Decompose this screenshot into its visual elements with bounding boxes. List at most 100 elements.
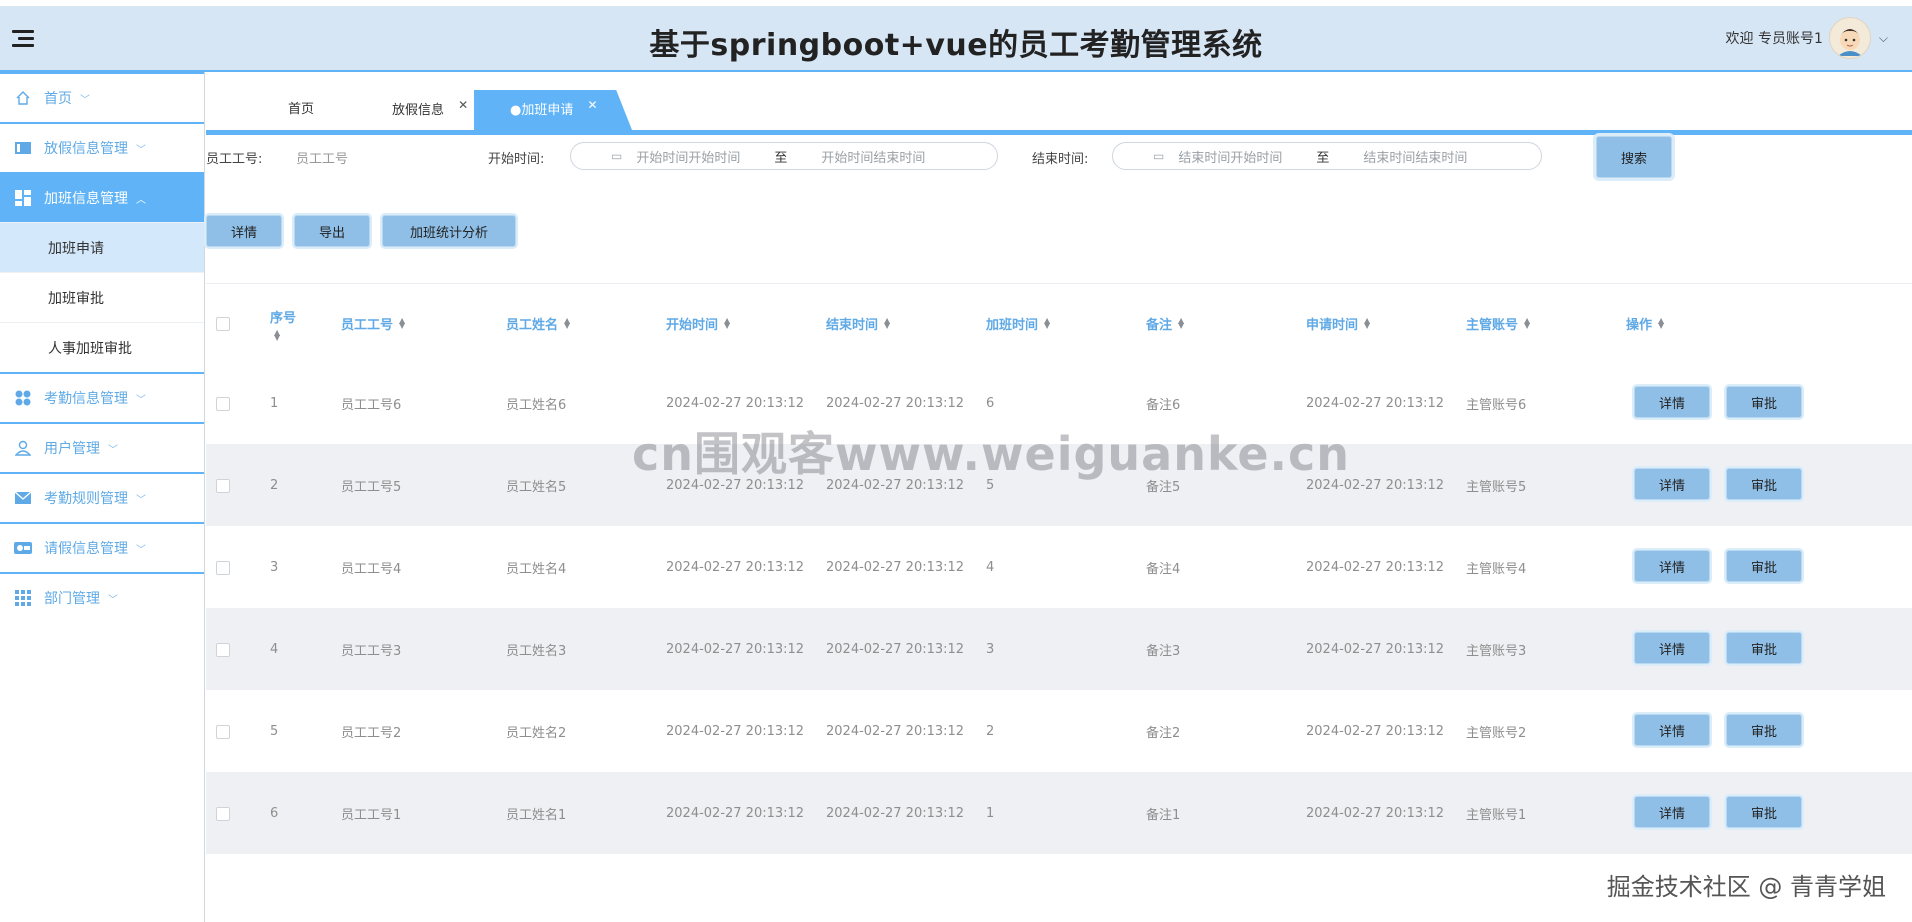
- close-icon[interactable]: ✕: [587, 98, 597, 112]
- row-checkbox[interactable]: [216, 643, 230, 657]
- sidebar-item-attendance-rules[interactable]: 考勤规则管理 ﹀: [0, 472, 204, 522]
- tab-bar: 首页 放假信息 ✕ ●加班申请 ✕: [206, 90, 1912, 134]
- end-range-from[interactable]: 结束时间开始时间: [1178, 147, 1282, 166]
- sort-icon[interactable]: ▲ ▼: [1524, 317, 1530, 330]
- sidebar-item-leave-request[interactable]: 请假信息管理 ﹀: [0, 522, 204, 572]
- cell-remark: 备注3: [1146, 643, 1181, 659]
- chevron-down-icon[interactable]: ⌵: [1879, 31, 1888, 46]
- table-row[interactable]: 5 员工工号2 员工姓名2 2024-02-27 20:13:12 2024-02-27…: [206, 690, 1912, 772]
- row-checkbox[interactable]: [216, 807, 230, 821]
- row-checkbox[interactable]: [216, 397, 230, 411]
- row-detail-button[interactable]: 详情: [1634, 796, 1710, 828]
- sort-icon[interactable]: ▲ ▼: [1364, 317, 1370, 330]
- cell-hours: 4: [986, 559, 995, 575]
- row-approve-button[interactable]: 审批: [1726, 796, 1802, 828]
- row-checkbox[interactable]: [216, 561, 230, 575]
- row-detail-button[interactable]: 详情: [1634, 468, 1710, 500]
- overtime-stats-button[interactable]: 加班统计分析: [382, 215, 516, 247]
- avatar[interactable]: [1828, 17, 1871, 59]
- sidebar-item-label: 放假信息管理: [44, 141, 128, 157]
- row-detail-button[interactable]: 详情: [1634, 714, 1710, 746]
- row-approve-button[interactable]: 审批: [1726, 714, 1802, 746]
- sort-icon[interactable]: ▲ ▼: [274, 328, 280, 341]
- sidebar-item-attendance-info[interactable]: 考勤信息管理 ﹀: [0, 372, 204, 422]
- col-header-ops[interactable]: 操作 ▲ ▼: [1626, 284, 1664, 362]
- calendar-icon: ▭: [1153, 149, 1165, 163]
- cell-remark: 备注6: [1146, 397, 1181, 413]
- detail-button[interactable]: 详情: [206, 215, 282, 247]
- cell-name: 员工姓名5: [506, 479, 567, 495]
- range-separator: 至: [774, 150, 788, 166]
- col-header-emp-no[interactable]: 员工工号 ▲ ▼: [341, 284, 405, 362]
- close-icon[interactable]: ✕: [458, 98, 468, 112]
- cell-start: 2024-02-27 20:13:12: [666, 477, 805, 493]
- chevron-down-icon: ﹀: [108, 444, 118, 456]
- sort-icon[interactable]: ▲ ▼: [724, 317, 730, 330]
- export-button[interactable]: 导出: [294, 215, 370, 247]
- cell-name: 员工姓名4: [506, 561, 567, 577]
- tab-leave-info[interactable]: 放假信息 ✕: [392, 90, 468, 130]
- sidebar-item-label: 请假信息管理: [44, 541, 128, 557]
- row-approve-button[interactable]: 审批: [1726, 386, 1802, 418]
- row-detail-button[interactable]: 详情: [1634, 550, 1710, 582]
- sidebar-item-user-mgmt[interactable]: 用户管理 ﹀: [0, 422, 204, 472]
- col-header-start[interactable]: 开始时间 ▲ ▼: [666, 284, 730, 362]
- cell-end: 2024-02-27 20:13:12: [826, 805, 965, 821]
- sort-icon[interactable]: ▲ ▼: [884, 317, 890, 330]
- sidebar-item-department[interactable]: 部门管理 ﹀: [0, 572, 204, 622]
- row-approve-button[interactable]: 审批: [1726, 550, 1802, 582]
- row-detail-button[interactable]: 详情: [1634, 386, 1710, 418]
- sidebar-item-label: 部门管理: [44, 591, 100, 607]
- row-checkbox[interactable]: [216, 725, 230, 739]
- sidebar-subitem-overtime-approve[interactable]: 加班审批: [0, 272, 204, 322]
- tab-overtime-apply[interactable]: ●加班申请 ✕: [474, 90, 632, 130]
- cell-manager: 主管账号3: [1466, 643, 1527, 659]
- col-header-end[interactable]: 结束时间 ▲ ▼: [826, 284, 890, 362]
- col-header-applied[interactable]: 申请时间 ▲ ▼: [1306, 284, 1370, 362]
- sidebar-subitem-overtime-apply[interactable]: 加班申请: [0, 222, 204, 272]
- cell-name: 员工姓名6: [506, 397, 567, 413]
- end-range-to[interactable]: 结束时间结束时间: [1363, 147, 1467, 166]
- cell-remark: 备注4: [1146, 561, 1181, 577]
- col-header-manager[interactable]: 主管账号 ▲ ▼: [1466, 284, 1530, 362]
- col-header-no[interactable]: 序号 ▲ ▼: [270, 284, 296, 362]
- cell-manager: 主管账号4: [1466, 561, 1527, 577]
- row-checkbox[interactable]: [216, 479, 230, 493]
- sidebar-subitem-hr-overtime-approve[interactable]: 人事加班审批: [0, 322, 204, 372]
- table-row[interactable]: 1 员工工号6 员工姓名6 2024-02-27 20:13:12 2024-02-27…: [206, 362, 1912, 444]
- row-detail-button[interactable]: 详情: [1634, 632, 1710, 664]
- row-approve-button[interactable]: 审批: [1726, 468, 1802, 500]
- col-header-name[interactable]: 员工姓名 ▲ ▼: [506, 284, 570, 362]
- sort-icon[interactable]: ▲ ▼: [564, 317, 570, 330]
- sidebar-item-overtime-info[interactable]: 加班信息管理 ︿: [0, 172, 204, 222]
- sort-icon[interactable]: ▲ ▼: [399, 317, 405, 330]
- sidebar-item-label: 考勤信息管理: [44, 391, 128, 407]
- sidebar-item-home[interactable]: 首页 ﹀: [0, 72, 204, 122]
- cell-start: 2024-02-27 20:13:12: [666, 559, 805, 575]
- start-time-range-picker[interactable]: ▭ 开始时间开始时间 至 开始时间结束时间: [570, 142, 998, 170]
- start-range-to[interactable]: 开始时间结束时间: [821, 147, 925, 166]
- tab-home[interactable]: 首页: [288, 90, 314, 130]
- sort-icon[interactable]: ▲ ▼: [1658, 317, 1664, 330]
- table-row[interactable]: 2 员工工号5 员工姓名5 2024-02-27 20:13:12 2024-02-27…: [206, 444, 1912, 526]
- end-time-range-picker[interactable]: ▭ 结束时间开始时间 至 结束时间结束时间: [1112, 142, 1542, 170]
- sort-icon[interactable]: ▲ ▼: [1178, 317, 1184, 330]
- dashboard-icon: [14, 189, 32, 207]
- sort-icon[interactable]: ▲ ▼: [1044, 317, 1050, 330]
- cell-remark: 备注1: [1146, 807, 1181, 823]
- cell-start: 2024-02-27 20:13:12: [666, 805, 805, 821]
- table-header: 序号 ▲ ▼ 员工工号 ▲ ▼ 员工姓名 ▲ ▼ 开始时间 ▲ ▼ 结束时间 ▲ ▼ 加班时间 ▲ ▼…: [206, 283, 1912, 362]
- cell-no: 5: [270, 723, 279, 739]
- col-header-hours[interactable]: 加班时间 ▲ ▼: [986, 284, 1050, 362]
- row-approve-button[interactable]: 审批: [1726, 632, 1802, 664]
- table-row[interactable]: 6 员工工号1 员工姓名1 2024-02-27 20:13:12 2024-02-27…: [206, 772, 1912, 854]
- emp-no-input[interactable]: 员工工号: [296, 148, 456, 167]
- user-menu[interactable]: 欢迎 专员账号1 ⌵: [1726, 16, 1888, 60]
- sidebar-item-leave-info[interactable]: 放假信息管理 ﹀: [0, 122, 204, 172]
- start-range-from[interactable]: 开始时间开始时间: [636, 147, 740, 166]
- select-all-checkbox[interactable]: [216, 317, 230, 331]
- table-row[interactable]: 4 员工工号3 员工姓名3 2024-02-27 20:13:12 2024-02-27…: [206, 608, 1912, 690]
- search-button[interactable]: 搜索: [1596, 136, 1672, 178]
- col-header-remark[interactable]: 备注 ▲ ▼: [1146, 284, 1184, 362]
- table-row[interactable]: 3 员工工号4 员工姓名4 2024-02-27 20:13:12 2024-02-27…: [206, 526, 1912, 608]
